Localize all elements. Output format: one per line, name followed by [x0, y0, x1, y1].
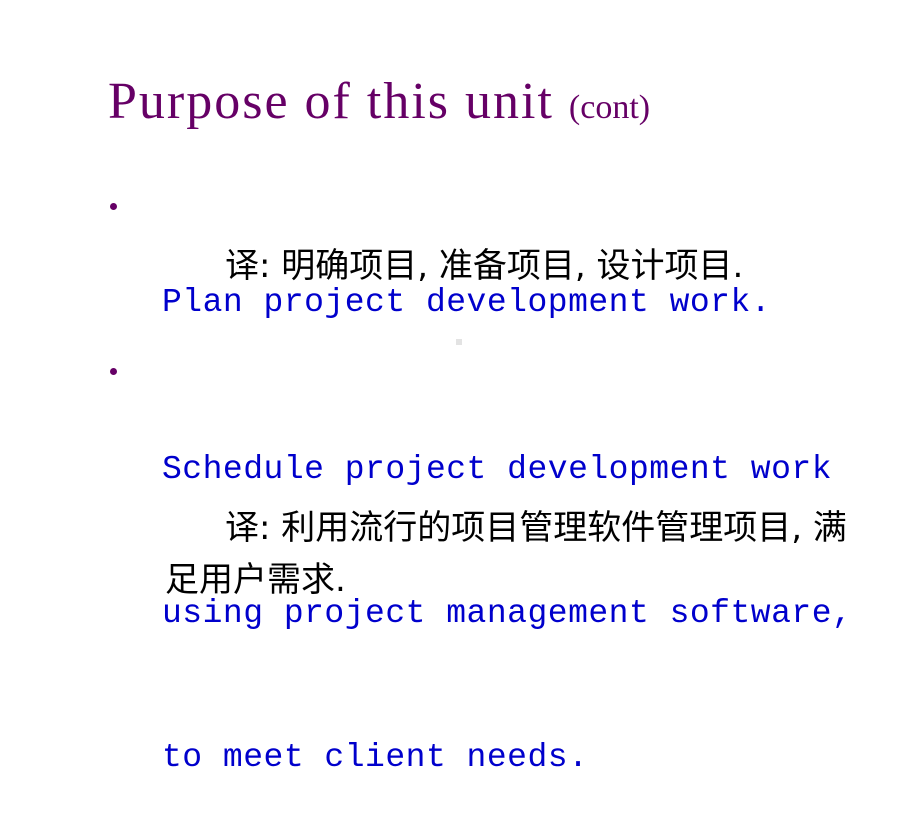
bullet-2-line: to meet client needs. [162, 739, 589, 776]
placeholder-marker [456, 339, 462, 345]
bullet-1-translation: 译: 明确项目, 准备项目, 设计项目. [225, 246, 744, 286]
slide-title: Purpose of this unit (cont) [108, 72, 650, 131]
bullet-icon [110, 368, 117, 375]
bullet-2-line: Schedule project development work [162, 451, 833, 488]
slide-title-suffix: (cont) [568, 89, 651, 126]
bullet-icon [110, 203, 117, 210]
bullet-2-translation: 译: 利用流行的项目管理软件管理项目, 满足用户需求. [165, 508, 847, 600]
slide-title-main: Purpose of this unit [108, 73, 554, 130]
